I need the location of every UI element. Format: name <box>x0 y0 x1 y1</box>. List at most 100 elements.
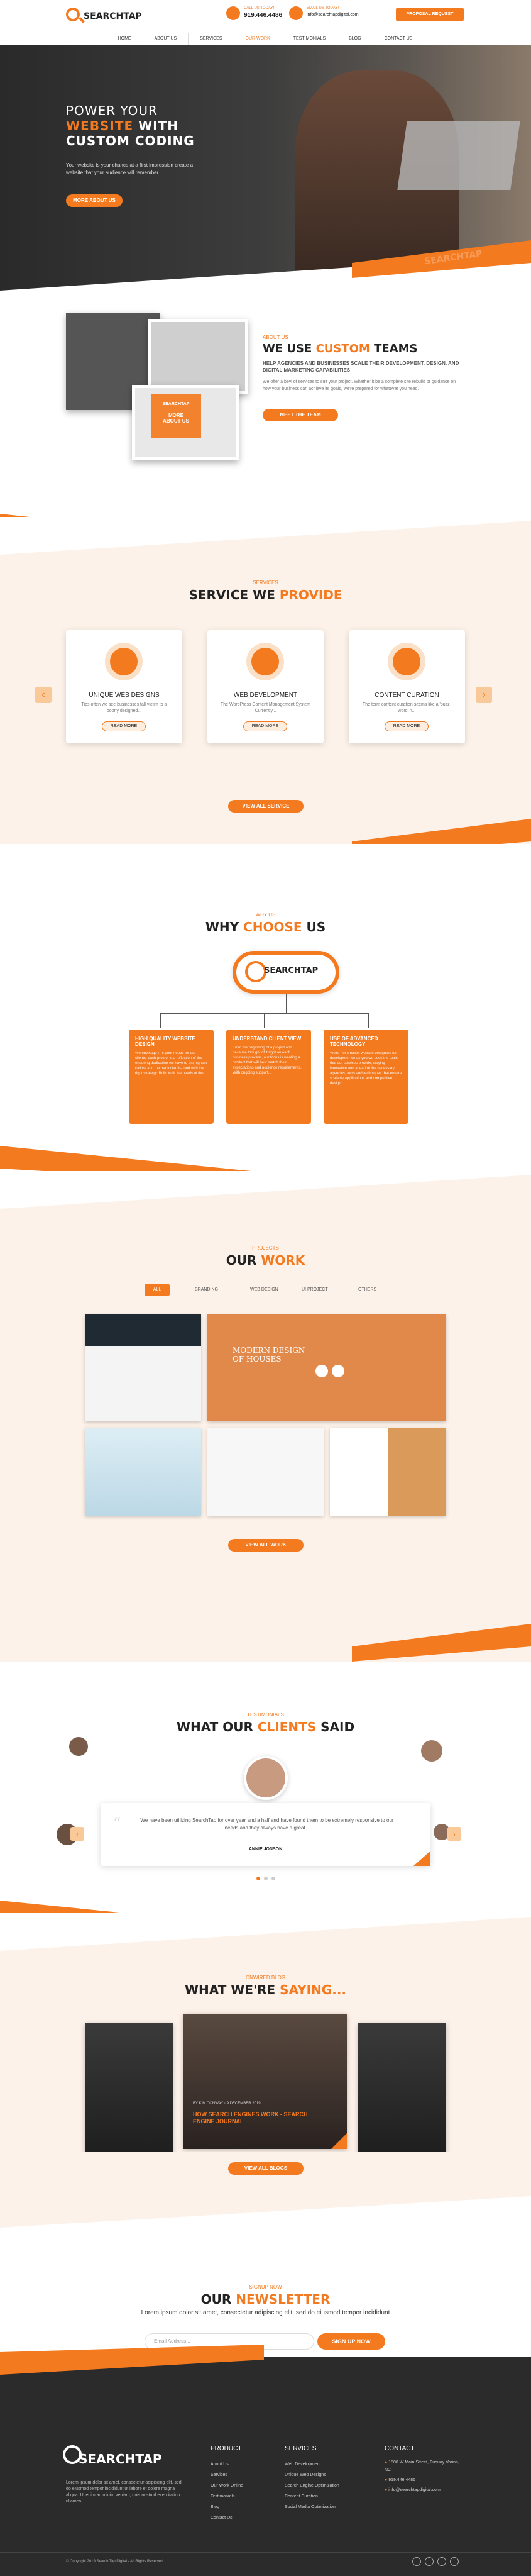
link-icon[interactable] <box>315 1365 328 1377</box>
linkedin-icon[interactable] <box>450 2557 459 2566</box>
mail-icon <box>289 6 303 20</box>
twitter-icon[interactable] <box>425 2557 434 2566</box>
testimonials-next-button[interactable]: › <box>447 1827 461 1841</box>
testimonial-name: ANNIE JONSON <box>248 1847 283 1852</box>
connector-line <box>286 994 287 1013</box>
proposal-request-button[interactable]: PROPOSAL REQUEST <box>396 8 464 21</box>
footer-link[interactable]: Our Work Online <box>211 2480 243 2491</box>
view-all-blogs-button[interactable]: VIEW ALL BLOGS <box>228 2162 304 2175</box>
mail-value[interactable]: info@searchtapdigital.com <box>307 13 359 17</box>
footer-link[interactable]: Services <box>211 2470 243 2480</box>
footer-logo[interactable]: SEARCHTAP <box>79 2451 162 2467</box>
view-all-work-button[interactable]: VIEW ALL WORK <box>228 1539 304 1552</box>
testimonials-prev-button[interactable]: ‹ <box>70 1827 84 1841</box>
quote-icon: “ <box>113 1814 121 1832</box>
why-section: WHY US WHY CHOOSE US SEARCHTAP HIGH QUAL… <box>0 844 531 1184</box>
footer-link[interactable]: Contact Us <box>211 2512 243 2523</box>
footer-contact-email[interactable]: ● info@searchtapdigital.com <box>385 2487 466 2494</box>
nav-testimonials[interactable]: TESTIMONIALS <box>282 33 338 45</box>
nav-services[interactable]: SERVICES <box>189 33 234 45</box>
service-card[interactable]: CONTENT CURATION The term content curati… <box>349 630 465 743</box>
work-feature[interactable]: MODERN DESIGN OF HOUSES <box>207 1314 446 1421</box>
footer-about: Lorem ipsum dolor sit amet, consectetur … <box>66 2480 182 2504</box>
avatar[interactable] <box>69 1737 88 1756</box>
code-icon <box>251 648 279 675</box>
nav-our-work[interactable]: OUR WORK <box>234 33 282 45</box>
call-value[interactable]: 919.446.4486 <box>244 12 282 19</box>
blog-card[interactable] <box>358 2023 446 2155</box>
facebook-icon[interactable] <box>412 2557 421 2566</box>
about-description: We offer a bevi of services to suit your… <box>263 380 456 391</box>
service-card[interactable]: UNIQUE WEB DESIGNS Tips often we see bus… <box>66 630 182 743</box>
sign-up-button[interactable]: SIGN UP NOW <box>317 2333 385 2350</box>
nav-home[interactable]: HOME <box>107 33 143 45</box>
services-next-button[interactable]: › <box>476 687 492 703</box>
testimonials-title-a: WHAT OUR <box>176 1719 258 1735</box>
blog-small: ONWIRED BLOG <box>0 1975 531 1980</box>
hero-line3: CUSTOM CODING <box>66 133 195 148</box>
blog-meta: BY KIM CONWAY ◦ 9 DECEMBER 2019 <box>193 2102 261 2106</box>
carousel-dot[interactable] <box>256 1877 260 1880</box>
footer-link[interactable]: Testimonials <box>211 2491 243 2502</box>
filter-ui-project[interactable]: UI PROJECT <box>302 1284 328 1296</box>
logo[interactable]: SEARCHTAP <box>66 6 148 28</box>
services-prev-button[interactable]: ‹ <box>35 687 52 703</box>
footer-product-list: About Us Services Our Work Online Testim… <box>211 2459 243 2523</box>
work-thumbnail[interactable] <box>85 1428 201 1516</box>
mail-label: EMAIL US TODAY! <box>307 6 339 10</box>
view-all-service-button[interactable]: VIEW ALL SERVICE <box>228 800 304 813</box>
meet-team-button[interactable]: MEET THE TEAM <box>263 409 338 421</box>
footer-link[interactable]: Unique Web Designs <box>285 2470 339 2480</box>
footer-link[interactable]: Web Development <box>285 2459 339 2470</box>
read-more-button[interactable]: READ MORE <box>102 721 146 731</box>
about-section: SEARCHTAP MORE ABOUT US ABOUT US WE USE … <box>0 291 531 552</box>
filter-others[interactable]: OTHERS <box>358 1284 376 1296</box>
instagram-icon[interactable] <box>437 2557 446 2566</box>
newsletter-section: SIGNUP NOW OUR NEWSLETTER Lorem ipsum do… <box>0 2196 531 2347</box>
footer-link[interactable]: Search Engine Optimization <box>285 2480 339 2491</box>
filter-all[interactable]: ALL <box>145 1284 170 1296</box>
footer-link[interactable]: Content Curation <box>285 2491 339 2502</box>
more-about-us-button[interactable]: MORE ABOUT US <box>66 194 123 207</box>
carousel-dot[interactable] <box>264 1877 268 1880</box>
blog-card-feature[interactable]: BY KIM CONWAY ◦ 9 DECEMBER 2019 HOW SEAR… <box>183 2014 347 2149</box>
filter-web-design[interactable]: WEB DESIGN <box>250 1284 278 1296</box>
about-title-c: TEAMS <box>370 342 418 355</box>
why-small: WHY US <box>0 912 531 918</box>
why-title: WHY CHOOSE US <box>0 919 531 935</box>
hero-description: Your website is your chance at a first i… <box>66 162 194 175</box>
work-thumbnail[interactable] <box>85 1314 201 1421</box>
carousel-dot[interactable] <box>271 1877 275 1880</box>
share-icon[interactable] <box>332 1365 344 1377</box>
footer-contact-address: ● 1800 W Main Street, Fuquay Varina, NC <box>385 2459 466 2474</box>
design-icon <box>110 648 138 675</box>
magnifier-icon <box>245 961 266 982</box>
service-card[interactable]: WEB DEVELOPMENT The WordPress Content Ma… <box>207 630 324 743</box>
card-corner <box>331 2133 347 2149</box>
avatar[interactable] <box>421 1740 442 1762</box>
about-badge[interactable]: SEARCHTAP MORE ABOUT US <box>151 394 201 438</box>
nav-contact[interactable]: CONTACT US <box>373 33 425 45</box>
newsletter-description: Lorem ipsum dolor sit amet, consectetur … <box>141 2309 390 2316</box>
service-desc: The term content curation seems like a '… <box>362 702 451 713</box>
blog-post-title[interactable]: HOW SEARCH ENGINES WORK - SEARCH ENGINE … <box>193 2111 319 2125</box>
footer-link[interactable]: Social Media Optimization <box>285 2502 339 2512</box>
read-more-button[interactable]: READ MORE <box>385 721 429 731</box>
work-thumbnail[interactable] <box>330 1428 446 1516</box>
nav-about[interactable]: ABOUT US <box>143 33 189 45</box>
about-title-accent: CUSTOM <box>315 342 370 355</box>
work-small-text: PROJECTS <box>252 1245 279 1251</box>
newsletter-title-accent: NEWSLETTER <box>236 2292 331 2307</box>
newsletter-small-text: SIGNUP NOW <box>249 2284 282 2290</box>
nav-blog[interactable]: BLOG <box>337 33 373 45</box>
work-thumbnail[interactable] <box>207 1428 324 1516</box>
read-more-button[interactable]: READ MORE <box>243 721 287 731</box>
service-title: WEB DEVELOPMENT <box>233 692 298 699</box>
footer-link[interactable]: Blog <box>211 2502 243 2512</box>
footer-link[interactable]: About Us <box>211 2459 243 2470</box>
footer-contact-phone[interactable]: ● 919.446.4486 <box>385 2477 466 2484</box>
services-title: SERVICE WE PROVIDE <box>0 587 531 602</box>
filter-branding[interactable]: BRANDING <box>195 1284 218 1296</box>
testimonials-small-text: TESTIMONIALS <box>247 1712 284 1718</box>
blog-card[interactable] <box>85 2023 173 2155</box>
